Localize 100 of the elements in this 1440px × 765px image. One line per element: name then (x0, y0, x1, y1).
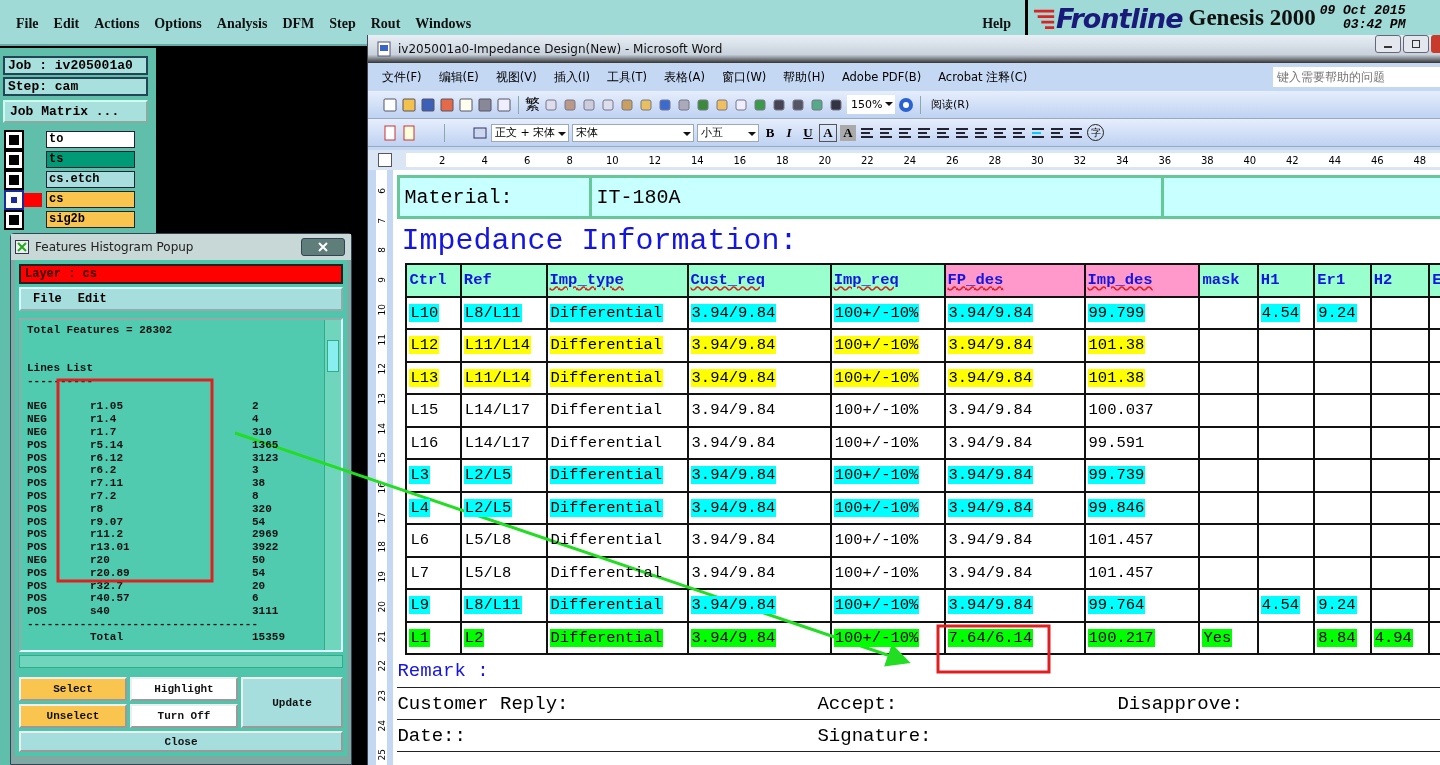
menu-item[interactable]: 编辑(E) (438, 69, 479, 85)
table-cell: 100+/-10% (830, 589, 945, 622)
help-search-field[interactable]: 键入需要帮助的问题 (1273, 67, 1440, 87)
ruler-number: 21 (375, 630, 388, 643)
action-button[interactable]: Turn Off (130, 704, 238, 729)
table-cell (1370, 426, 1430, 459)
table-cell (1370, 524, 1430, 557)
action-button[interactable]: Update (241, 677, 343, 729)
symbol-text: r6.2 (90, 464, 118, 478)
form-label: Customer Reply: (397, 692, 570, 715)
count-text: 54 (252, 515, 267, 529)
table-cell: Yes (1199, 621, 1258, 654)
table-cell: L11/L14 (460, 361, 547, 394)
menu-item[interactable]: 帮助(H) (783, 69, 825, 85)
layer-name[interactable]: to (46, 131, 135, 148)
menu-item[interactable]: 插入(I) (553, 69, 591, 85)
font-dropdown[interactable]: 宋体 (572, 123, 694, 142)
layer-name[interactable]: cs (46, 191, 135, 208)
format-button[interactable]: B (762, 124, 778, 141)
restore-button[interactable] (1403, 35, 1429, 53)
table-cell: 100.217 (1084, 621, 1200, 654)
layer-checkbox[interactable] (6, 171, 22, 188)
restore-icon (1411, 39, 1421, 49)
layer-checkbox[interactable] (6, 211, 22, 228)
size-dropdown[interactable]: 小五 (697, 123, 759, 142)
column-header: Imp_type (546, 264, 688, 297)
table-cell: 3.94/9.84 (944, 426, 1085, 459)
ruler-number: 14 (689, 154, 705, 166)
table-cell: L8/L11 (460, 296, 547, 329)
horizontal-scrollbar[interactable] (19, 655, 343, 669)
close-button[interactable]: Close (19, 731, 343, 752)
window-title: iv205001a0-Impedance Design(New) - Microsoft Word (398, 42, 723, 56)
vertical-scrollbar[interactable] (324, 320, 341, 650)
total-text: Total Features = 28302 (27, 324, 174, 337)
table-cell: 3.94/9.84 (944, 524, 1085, 557)
menu-item[interactable]: Help (982, 16, 1011, 32)
format-button[interactable]: A (840, 124, 856, 141)
style-dropdown[interactable]: 正文 + 宋体 (491, 123, 569, 142)
action-button[interactable]: Unselect (19, 704, 127, 729)
table-cell (1370, 296, 1430, 329)
menu-item[interactable]: Adobe PDF(B) (841, 69, 922, 85)
column-header: Imp_req (830, 264, 945, 297)
menu-item[interactable]: Edit (77, 292, 107, 306)
table-cell (1199, 296, 1258, 329)
menu-item[interactable]: File (33, 292, 62, 306)
menu-item[interactable]: Analysis (216, 16, 268, 32)
close-icon (318, 242, 328, 252)
column-header: mask (1199, 264, 1258, 297)
close-button[interactable] (301, 238, 345, 256)
layer-name[interactable]: ts (46, 151, 135, 168)
format-button[interactable]: U (800, 124, 816, 141)
table-cell: L10 (406, 296, 461, 329)
tab-selector[interactable] (378, 153, 392, 167)
table-cell (1370, 361, 1430, 394)
menu-item[interactable]: Acrobat 注释(C) (938, 69, 1028, 85)
menu-item[interactable]: DFM (282, 16, 315, 32)
count-text: 2969 (252, 528, 280, 542)
table-cell: Differential (546, 426, 688, 459)
menu-item[interactable]: 窗口(W) (721, 69, 767, 85)
table-cell: L5/L8 (460, 524, 547, 557)
read-button[interactable]: 阅读(R) (927, 97, 974, 112)
traditional-button[interactable]: 繁 (525, 95, 540, 114)
menu-item[interactable]: 表格(A) (664, 69, 705, 85)
menu-item[interactable]: 文件(F) (382, 69, 422, 85)
table-cell: 3.94/9.84 (944, 459, 1085, 492)
ruler-number: 44 (1327, 154, 1343, 166)
format-button[interactable]: A (819, 123, 837, 142)
layer-checkbox[interactable] (6, 151, 22, 168)
table-cell: Differential (546, 621, 688, 654)
table-cell: 7.64/6.14 (944, 621, 1085, 654)
table-cell (1314, 329, 1371, 362)
action-button[interactable]: Highlight (130, 677, 238, 702)
count-text: 4 (252, 413, 260, 426)
layer-name[interactable]: sig2b (46, 211, 135, 228)
zoom-dropdown[interactable]: 150% (847, 95, 895, 114)
table-cell (1199, 361, 1258, 394)
menu-item[interactable]: Options (154, 16, 202, 32)
table-cell: L4 (406, 491, 461, 524)
table-cell: 4.94 (1370, 621, 1430, 654)
menu-item[interactable]: Rout (370, 16, 401, 32)
format-button[interactable]: I (781, 124, 797, 141)
symbol-text: r9.07 (90, 515, 124, 529)
job-matrix-button[interactable]: Job Matrix ... (3, 100, 148, 123)
menu-item[interactable]: 视图(V) (495, 69, 537, 85)
ruler-number: 23 (375, 690, 388, 702)
menu-item[interactable]: File (16, 16, 39, 32)
menu-item[interactable]: Edit (53, 16, 80, 32)
layer-checkbox[interactable] (6, 191, 22, 208)
menu-item[interactable]: 工具(T) (607, 69, 648, 85)
menu-item[interactable]: Actions (94, 16, 140, 32)
minimize-button[interactable] (1375, 35, 1401, 53)
table-cell: L7 (406, 556, 461, 589)
action-button[interactable]: Select (19, 677, 127, 702)
table-cell (1257, 556, 1315, 589)
ruler-number: 24 (375, 719, 388, 732)
symbol-text: r20.89 (90, 566, 131, 580)
menu-item[interactable]: Windows (415, 16, 472, 32)
layer-checkbox[interactable] (6, 131, 22, 148)
menu-item[interactable]: Step (329, 16, 356, 32)
layer-name[interactable]: cs.etch (46, 171, 135, 188)
